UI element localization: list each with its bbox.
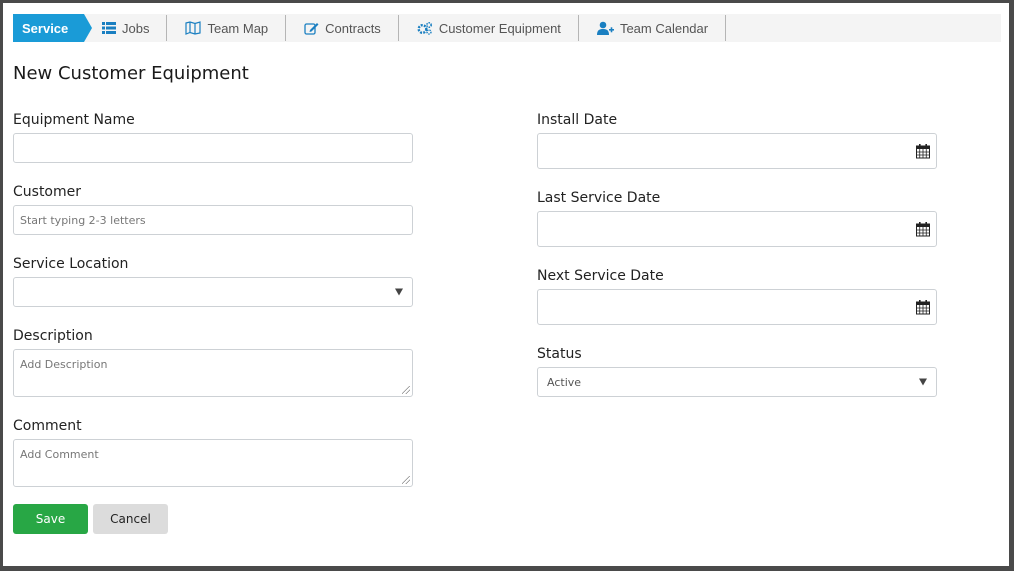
- nav-item-customer-equipment[interactable]: Customer Equipment: [399, 15, 579, 41]
- description-placeholder: Add Description: [20, 358, 108, 371]
- resize-handle-icon[interactable]: [402, 386, 410, 394]
- service-location-label: Service Location: [13, 256, 129, 272]
- service-location-field: Service Location: [13, 256, 413, 307]
- chevron-down-icon: [919, 378, 927, 386]
- nav-section-service[interactable]: Service: [13, 14, 92, 42]
- nav-item-team-map[interactable]: Team Map: [167, 15, 287, 41]
- calendar-icon[interactable]: [916, 144, 930, 159]
- customer-label: Customer: [13, 184, 82, 200]
- last-service-date-label: Last Service Date: [537, 190, 661, 206]
- comment-field: Comment Add Comment: [13, 418, 413, 487]
- status-label: Status: [537, 346, 582, 362]
- resize-handle-icon[interactable]: [402, 476, 410, 484]
- equipment-name-input[interactable]: [13, 133, 413, 163]
- app-window: Service Jobs Team Map Contracts Customer…: [3, 3, 1009, 566]
- nav-item-label: Team Calendar: [619, 20, 709, 36]
- comment-textarea[interactable]: Add Comment: [13, 439, 413, 487]
- next-service-date-field: Next Service Date: [537, 268, 937, 325]
- gears-icon: [417, 21, 433, 35]
- description-textarea[interactable]: Add Description: [13, 349, 413, 397]
- last-service-date-field: Last Service Date: [537, 190, 937, 247]
- nav-item-contracts[interactable]: Contracts: [286, 15, 399, 41]
- last-service-date-input[interactable]: [537, 211, 937, 247]
- nav-item-label: Customer Equipment: [438, 20, 561, 36]
- save-button[interactable]: Save: [13, 504, 88, 534]
- status-field: Status Active: [537, 346, 937, 397]
- map-icon: [185, 21, 202, 35]
- next-service-date-input[interactable]: [537, 289, 937, 325]
- install-date-label: Install Date: [537, 112, 618, 128]
- nav-item-jobs[interactable]: Jobs: [84, 15, 168, 41]
- nav-item-label: Team Map: [207, 20, 269, 36]
- page-title: New Customer Equipment: [13, 63, 249, 84]
- calendar-icon[interactable]: [916, 300, 930, 315]
- equipment-name-label: Equipment Name: [13, 112, 135, 128]
- install-date-input[interactable]: [537, 133, 937, 169]
- cancel-button[interactable]: Cancel: [93, 504, 168, 534]
- service-location-select[interactable]: [13, 277, 413, 307]
- comment-placeholder: Add Comment: [20, 448, 99, 461]
- description-field: Description Add Description: [13, 328, 413, 397]
- edit-icon: [304, 22, 319, 35]
- status-select[interactable]: Active: [537, 367, 937, 397]
- customer-placeholder: Start typing 2-3 letters: [20, 213, 146, 227]
- install-date-field: Install Date: [537, 112, 937, 169]
- customer-field: Customer Start typing 2-3 letters: [13, 184, 413, 235]
- user-plus-icon: [596, 21, 614, 35]
- customer-input[interactable]: Start typing 2-3 letters: [13, 205, 413, 235]
- calendar-icon[interactable]: [916, 222, 930, 237]
- list-icon: [102, 22, 116, 34]
- next-service-date-label: Next Service Date: [537, 268, 664, 284]
- chevron-down-icon: [395, 288, 403, 296]
- description-label: Description: [13, 328, 93, 344]
- nav-bar: Service Jobs Team Map Contracts Customer…: [13, 14, 1001, 42]
- nav-item-label: Contracts: [325, 20, 381, 36]
- nav-item-team-calendar[interactable]: Team Calendar: [579, 15, 727, 41]
- nav-item-label: Jobs: [122, 20, 150, 36]
- comment-label: Comment: [13, 418, 82, 434]
- status-value: Active: [547, 375, 582, 389]
- equipment-name-field: Equipment Name: [13, 112, 413, 163]
